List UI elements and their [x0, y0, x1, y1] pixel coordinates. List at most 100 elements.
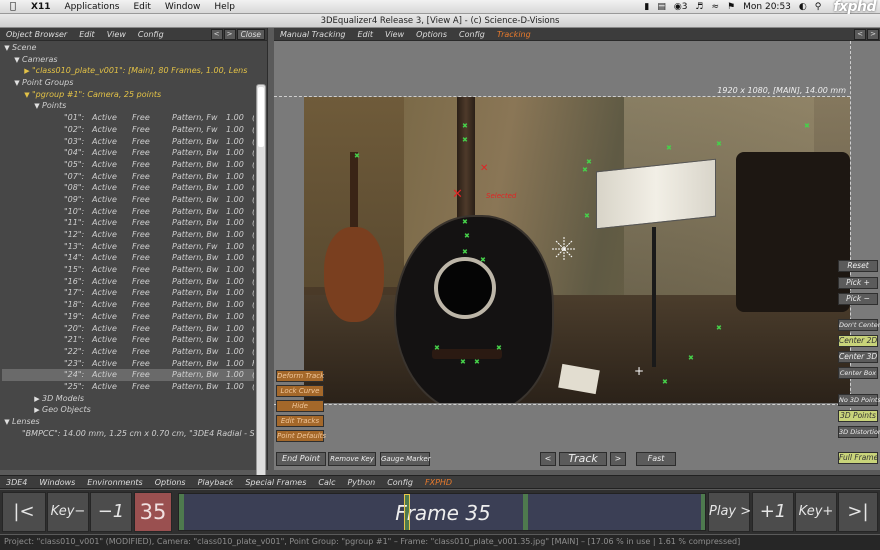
clock[interactable]: Mon 20:53: [743, 2, 791, 12]
plate-image[interactable]: ✕ ✕ Selected + ✖ ✖ ✖ ✖ ✖ ✖ ✖ ✖ ✖ ✖ ✖ ✖ ✖ ✖ ✖ ✖ ✖ ✖ ✖ ✖: [304, 97, 850, 403]
menu-playback[interactable]: Playback: [192, 478, 240, 487]
menu-config[interactable]: Config: [381, 478, 419, 487]
point-row[interactable]: "10": Active Free Pattern, Bw 1.00 (: [2, 206, 254, 218]
menu-fxphd[interactable]: FXPHD: [419, 478, 458, 487]
center-crosshair-icon[interactable]: [552, 237, 576, 261]
track-marker-icon[interactable]: ✖: [462, 137, 468, 144]
point-row[interactable]: "13": Active Free Pattern, Fw 1.00 (: [2, 241, 254, 253]
center-2d-button[interactable]: Center 2D: [838, 335, 878, 347]
point-row[interactable]: "02": Active Free Pattern, Fw 1.00 (: [2, 124, 254, 136]
close-button[interactable]: Close: [236, 28, 265, 40]
lock-curve-button[interactable]: Lock Curve: [276, 385, 324, 397]
hide-button[interactable]: Hide: [276, 400, 324, 412]
playhead-cursor[interactable]: [403, 494, 410, 530]
apple-icon[interactable]: : [0, 1, 24, 12]
remove-key-button[interactable]: Remove Key: [328, 452, 376, 466]
point-row[interactable]: "18": Active Free Pattern, Bw 1.00 (: [2, 299, 254, 311]
volume-icon[interactable]: ♬: [695, 2, 703, 12]
notification-icon[interactable]: ◉3: [674, 2, 688, 12]
track-marker-icon[interactable]: ✖: [586, 159, 592, 166]
menu-options[interactable]: Options: [149, 478, 192, 487]
point-row[interactable]: "11": Active Free Pattern, Bw 1.00 (: [2, 217, 254, 229]
menu-vp-config[interactable]: Config: [453, 30, 491, 39]
tree-camera-item[interactable]: ▶ "class010_plate_v001": [Main], 80 Frame…: [2, 65, 254, 77]
selected-marker-icon[interactable]: ✕: [452, 187, 463, 202]
menu-edit[interactable]: Edit: [126, 2, 157, 12]
prev-key-button[interactable]: Key−: [47, 492, 89, 532]
point-row[interactable]: "22": Active Free Pattern, Bw 1.00 (: [2, 346, 254, 358]
menu-ob-config[interactable]: Config: [132, 30, 170, 39]
menu-python[interactable]: Python: [341, 478, 381, 487]
point-row[interactable]: "16": Active Free Pattern, Bw 1.00 (: [2, 276, 254, 288]
menu-environments[interactable]: Environments: [81, 478, 148, 487]
clipboard-icon[interactable]: ▤: [657, 2, 666, 12]
track-marker-icon[interactable]: ✖: [474, 359, 480, 366]
track-marker-icon[interactable]: ✖: [462, 249, 468, 256]
track-marker-icon[interactable]: ✖: [688, 355, 694, 362]
edit-tracks-button[interactable]: Edit Tracks: [276, 415, 324, 427]
wifi-icon[interactable]: ≈: [712, 2, 720, 12]
point-row[interactable]: "23": Active Free Pattern, Bw 1.00 F: [2, 358, 254, 370]
menu-3de4[interactable]: 3DE4: [0, 478, 33, 487]
play-button[interactable]: Play >: [708, 492, 751, 532]
3d-points-button[interactable]: 3D Points: [838, 410, 878, 422]
track-marker-icon[interactable]: ✖: [464, 233, 470, 240]
track-marker-icon[interactable]: ✖: [460, 359, 466, 366]
menu-ob-view[interactable]: View: [101, 30, 132, 39]
scrollbar-thumb[interactable]: [258, 87, 264, 147]
no-3d-points-button[interactable]: No 3D Points: [838, 394, 880, 406]
reset-button[interactable]: Reset: [838, 260, 878, 272]
menu-windows[interactable]: Windows: [33, 478, 81, 487]
flag-icon[interactable]: ⚑: [727, 2, 735, 12]
current-frame-field[interactable]: 35: [134, 492, 172, 532]
panel-right-arrow-icon[interactable]: >: [223, 28, 236, 40]
battery-icon[interactable]: ▮: [644, 2, 649, 12]
menu-window[interactable]: Window: [158, 2, 208, 12]
track-marker-icon[interactable]: ✖: [584, 213, 590, 220]
menu-applications[interactable]: Applications: [57, 2, 126, 12]
point-row[interactable]: "15": Active Free Pattern, Bw 1.00 (: [2, 264, 254, 276]
tree-geo-objects[interactable]: ▶ Geo Objects: [2, 404, 254, 416]
track-marker-icon[interactable]: ✖: [716, 141, 722, 148]
track-marker-icon[interactable]: ✖: [804, 123, 810, 130]
point-defaults-button[interactable]: Point Defaults: [276, 430, 326, 442]
deform-track-button[interactable]: Deform Track: [276, 370, 324, 382]
tree-3d-models[interactable]: ▶ 3D Models: [2, 393, 254, 405]
pick-plus-button[interactable]: Pick +: [838, 277, 878, 289]
panel-left-arrow-icon[interactable]: <: [210, 28, 223, 40]
selected-marker-icon[interactable]: ✕: [480, 163, 488, 174]
track-marker-icon[interactable]: ✖: [662, 379, 668, 386]
frame-scrubber[interactable]: Frame 35: [178, 493, 706, 531]
menu-calc[interactable]: Calc: [312, 478, 341, 487]
menu-vp-view[interactable]: View: [379, 30, 410, 39]
tree-cameras[interactable]: ▼ Cameras: [2, 54, 254, 66]
menu-ob-edit[interactable]: Edit: [73, 30, 101, 39]
tracking-canvas[interactable]: 1920 x 1080, [MAIN], 14.00 mm ✕ ✕ Select…: [274, 41, 880, 470]
fast-button[interactable]: Fast: [636, 452, 676, 466]
vp-right-arrow-icon[interactable]: >: [867, 28, 879, 40]
track-button[interactable]: Track: [559, 452, 607, 466]
track-forward-button[interactable]: >: [610, 452, 626, 466]
point-row[interactable]: "09": Active Free Pattern, Bw 1.00 (: [2, 194, 254, 206]
tree-scene[interactable]: ▼ Scene: [2, 42, 254, 54]
track-marker-icon[interactable]: ✖: [716, 325, 722, 332]
menu-special-frames[interactable]: Special Frames: [239, 478, 312, 487]
tree-point-groups[interactable]: ▼ Point Groups: [2, 77, 254, 89]
vertical-scrollbar[interactable]: [256, 84, 266, 484]
next-key-button[interactable]: Key+: [795, 492, 837, 532]
track-marker-icon[interactable]: ✖: [582, 167, 588, 174]
app-menu[interactable]: X11: [24, 2, 57, 12]
point-row[interactable]: "07": Active Free Pattern, Bw 1.00 (: [2, 171, 254, 183]
menu-object-browser[interactable]: Object Browser: [0, 30, 73, 39]
lock-icon[interactable]: ◐: [799, 2, 807, 12]
last-frame-button[interactable]: >|: [838, 492, 878, 532]
point-row[interactable]: "03": Active Free Pattern, Bw 1.00 (: [2, 136, 254, 148]
3d-distortion-button[interactable]: 3D Distortion: [838, 426, 880, 438]
point-row[interactable]: "08": Active Free Pattern, Bw 1.00 (: [2, 182, 254, 194]
point-row[interactable]: "01": Active Free Pattern, Fw 1.00 (: [2, 112, 254, 124]
prev-frame-button[interactable]: −1: [90, 492, 132, 532]
track-marker-icon[interactable]: ✖: [496, 345, 502, 352]
point-row[interactable]: "04": Active Free Pattern, Bw 1.00 (: [2, 147, 254, 159]
first-frame-button[interactable]: |<: [2, 492, 46, 532]
tree-lens-item[interactable]: "BMPCC": 14.00 mm, 1.25 cm x 0.70 cm, "3…: [2, 428, 254, 440]
